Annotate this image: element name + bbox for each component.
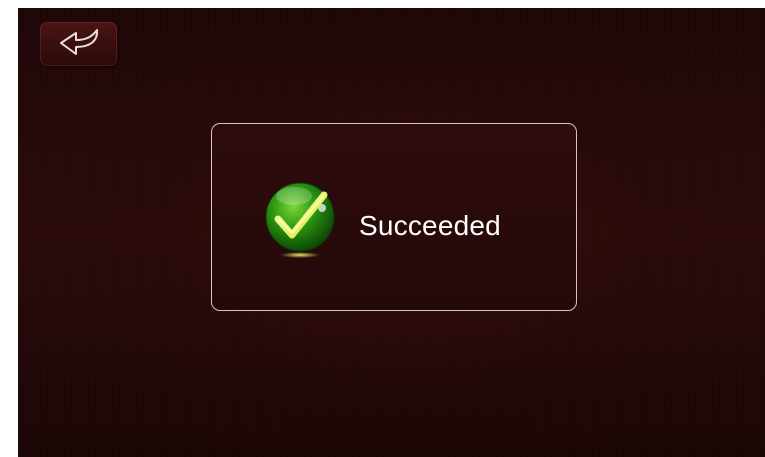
success-dialog: Succeeded: [211, 123, 577, 311]
back-arrow-icon: [54, 25, 104, 64]
back-button[interactable]: [40, 22, 117, 66]
device-screen: Succeeded: [18, 8, 765, 457]
status-message: Succeeded: [359, 210, 501, 241]
checkmark-icon: [264, 179, 340, 259]
